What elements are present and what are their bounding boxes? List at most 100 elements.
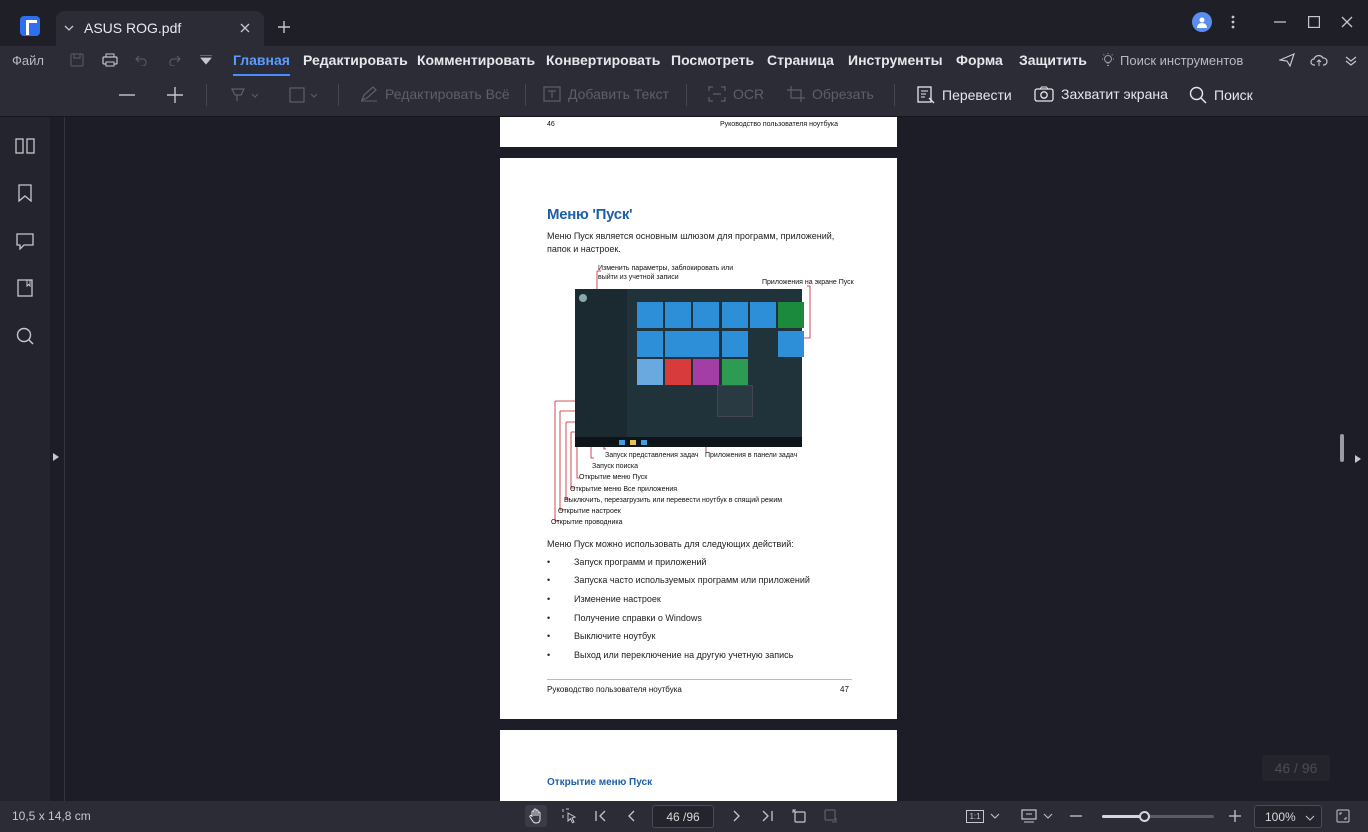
previous-page-icon[interactable] [622,807,640,825]
zoom-slider-track[interactable] [1102,811,1214,822]
menu-bar: Файл Главная Редактировать Комментироват… [0,46,1368,76]
crop-icon [787,86,805,102]
chevron-down-icon [1305,815,1315,821]
menu-view[interactable]: Посмотреть [671,52,754,68]
document-tab[interactable]: ASUS ROG.pdf [56,11,264,46]
actual-size-label: 1:1 [966,809,984,823]
menu-comment[interactable]: Комментировать [417,52,535,68]
more-options-icon[interactable] [1228,14,1238,30]
cloud-upload-icon[interactable] [1310,51,1328,69]
menu-form[interactable]: Форма [956,52,1003,68]
user-avatar-icon[interactable] [1192,12,1212,32]
edit-all-button[interactable]: Редактировать Всё [360,86,510,102]
callout-settings: Открытие настроек [558,508,621,515]
zoom-out-icon[interactable] [117,85,137,105]
page-footer-title: Руководство пользователя ноутбука [547,685,682,694]
chevron-down-icon[interactable] [62,21,76,35]
document-viewer[interactable]: 46 Руководство пользователя ноутбука Мен… [65,117,1349,801]
vertical-scrollbar[interactable] [1349,117,1368,801]
attachment-icon[interactable] [15,278,35,298]
zoom-in-icon[interactable] [165,85,185,105]
menu-edit[interactable]: Редактировать [303,52,408,68]
page-number-input[interactable]: 46 /96 [652,805,714,828]
scroll-right-arrow-icon[interactable] [1354,453,1362,465]
account-avatar [579,294,587,302]
minimize-icon[interactable] [1272,14,1288,30]
zoom-in-small-icon[interactable] [1226,807,1244,825]
send-icon[interactable] [1278,51,1296,69]
close-window-icon[interactable] [1339,14,1355,30]
new-tab-plus-icon[interactable] [276,19,292,35]
page-layout-icon [1021,809,1037,823]
footer-rule [547,679,852,680]
hand-tool-icon[interactable] [525,805,547,827]
bookmark-icon[interactable] [15,183,35,203]
crop-button[interactable]: Обрезать [787,86,874,102]
close-tab-icon[interactable] [239,22,251,34]
screenshot-label: Захватит экрана [1061,86,1168,102]
context-menu [717,385,753,417]
zoom-level-value: 100% [1265,809,1296,824]
last-page-icon[interactable] [758,807,776,825]
crop-page-icon[interactable] [822,807,840,825]
highlight-tool-icon[interactable] [228,85,262,105]
menu-tools[interactable]: Инструменты [848,52,943,68]
prev-page-footer: Руководство пользователя ноутбука [720,121,838,128]
callout-account: Изменить параметры, заблокировать или вы… [598,265,734,281]
page-footer-number: 47 [840,685,849,694]
search-panel-icon[interactable] [15,326,35,346]
ocr-button[interactable]: OCR [708,86,764,102]
taskbar [575,437,802,447]
tool-search-field[interactable]: Поиск инструментов [1120,53,1243,68]
menu-convert[interactable]: Конвертировать [546,52,660,68]
next-page-icon[interactable] [728,807,746,825]
thumbnails-icon[interactable] [15,136,35,156]
start-menu-screenshot [575,289,804,447]
page-layout-dropdown[interactable] [1020,807,1054,825]
zoom-slider-handle[interactable] [1139,811,1150,822]
crop-label: Обрезать [812,86,874,102]
menu-file[interactable]: Файл [12,53,44,68]
zoom-out-small-icon[interactable] [1067,807,1085,825]
undo-icon[interactable] [133,51,151,69]
quick-access-dropdown-icon[interactable] [198,52,214,68]
callout-explorer: Открытие проводника [551,519,623,526]
scrollbar-thumb[interactable] [1340,434,1344,462]
expand-ribbon-icon[interactable] [1342,51,1360,69]
callout-all-apps: Открытие меню Все приложения [570,486,678,493]
print-icon[interactable] [101,51,119,69]
screenshot-button[interactable]: Захватит экрана [1034,86,1168,102]
maximize-icon[interactable] [1306,14,1322,30]
next-page: Открытие меню Пуск [500,730,897,801]
chevron-down-icon [990,813,999,819]
save-icon[interactable] [68,51,86,69]
first-page-icon[interactable] [592,807,610,825]
ribbon-toolbar: Редактировать Всё Добавить Текст OCR Обр… [0,76,1368,117]
expand-panel-arrow-icon[interactable] [52,451,60,463]
zoom-slider-fill [1102,815,1144,818]
rotate-page-icon[interactable] [790,807,808,825]
taskbar-edge-icon [619,440,625,445]
translate-button[interactable]: Перевести [917,86,1012,104]
fullscreen-icon[interactable] [1334,807,1352,825]
app-logo-icon [20,16,40,36]
menu-home[interactable]: Главная [233,52,290,76]
shape-tool-icon[interactable] [287,85,321,105]
chevron-down-icon [1043,813,1053,819]
taskbar-folder-icon [630,440,636,445]
callout-open-start: Открытие меню Пуск [579,474,648,481]
text-box-icon [543,86,561,102]
pencil-icon [360,86,377,102]
edit-all-label: Редактировать Всё [385,86,510,102]
menu-protect[interactable]: Защитить [1019,52,1087,68]
menu-page[interactable]: Страница [767,52,834,68]
comment-icon[interactable] [15,231,35,251]
add-text-label: Добавить Текст [568,86,670,102]
actual-size-dropdown[interactable]: 1:1 [966,807,1000,825]
callout-power: Выключить, перезагрузить или перевести н… [564,497,783,504]
search-button[interactable]: Поиск [1189,86,1253,104]
add-text-button[interactable]: Добавить Текст [543,86,669,102]
zoom-level-select[interactable]: 100% [1254,805,1322,828]
redo-icon[interactable] [165,51,183,69]
select-tool-icon[interactable] [560,807,578,825]
